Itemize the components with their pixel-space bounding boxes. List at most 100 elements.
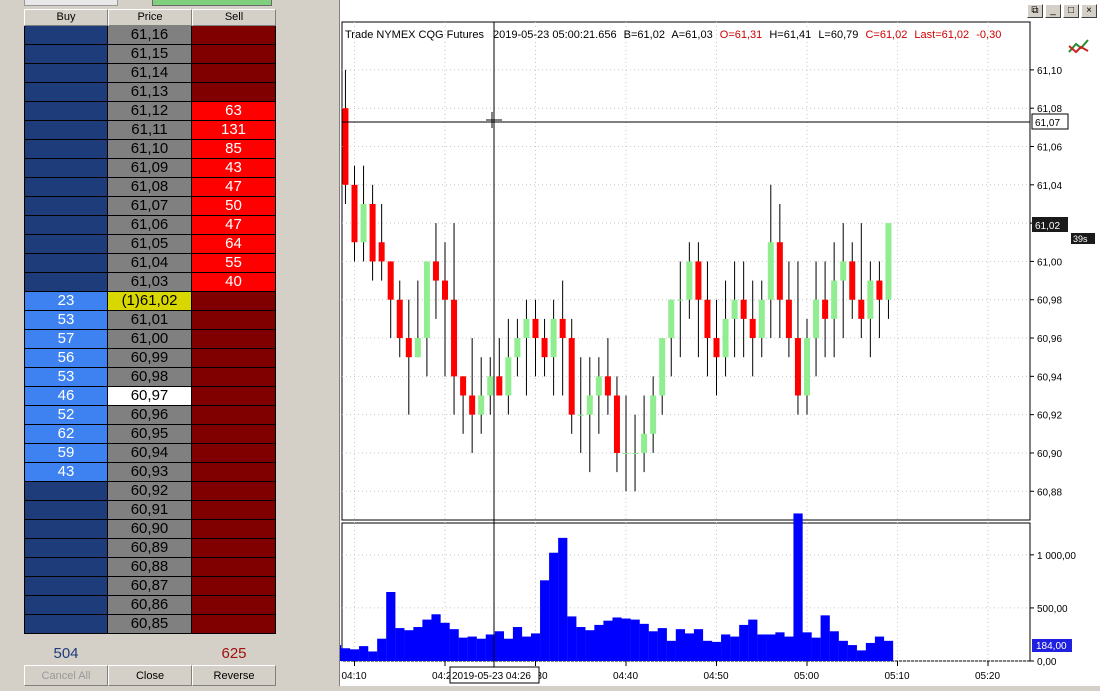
- price-cell: 60,85: [108, 615, 192, 634]
- buy-cell[interactable]: [24, 254, 108, 273]
- price-chart[interactable]: 61,1061,0861,0661,0461,0261,0060,9860,96…: [331, 0, 1100, 686]
- chart-window[interactable]: ⧉ _ □ × 61,1061,0861,0661,0461,0261,0060…: [331, 0, 1100, 686]
- candle-body: [613, 395, 620, 453]
- buy-cell[interactable]: 23: [24, 292, 108, 311]
- buy-cell[interactable]: [24, 615, 108, 634]
- sell-cell[interactable]: 50: [192, 197, 276, 216]
- candle-body: [423, 261, 430, 339]
- sell-cell[interactable]: [192, 577, 276, 596]
- sell-cell[interactable]: [192, 64, 276, 83]
- sell-cell[interactable]: 40: [192, 273, 276, 292]
- buy-cell[interactable]: [24, 64, 108, 83]
- sell-cell[interactable]: 55: [192, 254, 276, 273]
- sell-cell[interactable]: 63: [192, 102, 276, 121]
- candle-body: [604, 376, 611, 396]
- time-tick-label: 04:50: [704, 671, 729, 682]
- sell-cell[interactable]: [192, 45, 276, 64]
- buy-cell[interactable]: 53: [24, 311, 108, 330]
- buy-cell[interactable]: [24, 121, 108, 140]
- sell-cell[interactable]: 47: [192, 216, 276, 235]
- bid-label: B=61,02: [624, 29, 665, 41]
- close-label: C=61,02: [865, 29, 907, 41]
- price-tick-label: 61,10: [1037, 66, 1062, 77]
- buy-cell[interactable]: [24, 501, 108, 520]
- sell-cell[interactable]: [192, 539, 276, 558]
- buy-cell[interactable]: [24, 273, 108, 292]
- buy-cell[interactable]: [24, 178, 108, 197]
- sell-cell[interactable]: [192, 482, 276, 501]
- buy-cell[interactable]: 62: [24, 425, 108, 444]
- buy-cell[interactable]: 59: [24, 444, 108, 463]
- price-tick-label: 60,96: [1037, 334, 1062, 345]
- buy-cell[interactable]: 52: [24, 406, 108, 425]
- buy-cell[interactable]: [24, 235, 108, 254]
- candle-body: [858, 299, 865, 319]
- sell-cell[interactable]: [192, 558, 276, 577]
- sell-cell[interactable]: 64: [192, 235, 276, 254]
- buy-cell[interactable]: 43: [24, 463, 108, 482]
- buy-cell[interactable]: [24, 596, 108, 615]
- buy-cell[interactable]: [24, 577, 108, 596]
- sell-cell[interactable]: [192, 292, 276, 311]
- buy-cell[interactable]: [24, 102, 108, 121]
- buy-cell[interactable]: [24, 83, 108, 102]
- high-label: H=61,41: [769, 29, 811, 41]
- sell-cell[interactable]: [192, 387, 276, 406]
- buy-cell[interactable]: [24, 140, 108, 159]
- sell-cell[interactable]: [192, 349, 276, 368]
- sell-cell[interactable]: [192, 406, 276, 425]
- price-cell: 60,87: [108, 577, 192, 596]
- candle-body: [785, 299, 792, 339]
- restore-icon[interactable]: ⧉: [1027, 4, 1043, 18]
- buy-cell[interactable]: 56: [24, 349, 108, 368]
- buy-cell[interactable]: [24, 197, 108, 216]
- buy-cell[interactable]: [24, 558, 108, 577]
- sell-cell[interactable]: [192, 596, 276, 615]
- sell-cell[interactable]: [192, 425, 276, 444]
- volume-bar: [521, 636, 532, 661]
- candle-body: [505, 357, 512, 396]
- buy-cell[interactable]: 57: [24, 330, 108, 349]
- sell-cell[interactable]: 47: [192, 178, 276, 197]
- sell-cell[interactable]: 85: [192, 140, 276, 159]
- buy-cell[interactable]: 53: [24, 368, 108, 387]
- sell-cell[interactable]: [192, 615, 276, 634]
- sell-cell[interactable]: [192, 520, 276, 539]
- cancel-all-button[interactable]: Cancel All: [24, 665, 108, 686]
- candle-body: [442, 280, 448, 300]
- sell-cell[interactable]: [192, 311, 276, 330]
- sell-cell[interactable]: 131: [192, 121, 276, 140]
- sell-cell[interactable]: [192, 463, 276, 482]
- sell-cell[interactable]: [192, 330, 276, 349]
- price-cell: 61,00: [108, 330, 192, 349]
- chart-trend-icon[interactable]: [1068, 39, 1089, 54]
- buy-cell[interactable]: [24, 45, 108, 64]
- buy-cell[interactable]: [24, 539, 108, 558]
- buy-cell[interactable]: [24, 26, 108, 45]
- sell-cell[interactable]: [192, 83, 276, 102]
- close-position-button[interactable]: Close: [108, 665, 192, 686]
- sell-cell[interactable]: 43: [192, 159, 276, 178]
- minimize-icon[interactable]: _: [1045, 4, 1061, 18]
- sell-cell[interactable]: [192, 501, 276, 520]
- maximize-icon[interactable]: □: [1063, 4, 1079, 18]
- buy-cell[interactable]: [24, 520, 108, 539]
- buy-column-header: Buy: [24, 9, 108, 26]
- volume-bar: [847, 645, 857, 661]
- candle-body: [387, 261, 394, 300]
- ladder-top-left-tab[interactable]: [24, 0, 118, 6]
- volume-bar: [467, 636, 477, 661]
- sell-cell[interactable]: [192, 26, 276, 45]
- ladder-top-right-tab[interactable]: [152, 0, 272, 6]
- buy-cell[interactable]: [24, 482, 108, 501]
- buy-cell[interactable]: 46: [24, 387, 108, 406]
- volume-bar: [666, 640, 676, 661]
- sell-cell[interactable]: [192, 444, 276, 463]
- reverse-position-button[interactable]: Reverse: [192, 665, 276, 686]
- volume-bar: [377, 638, 387, 661]
- close-icon[interactable]: ×: [1081, 4, 1097, 18]
- candle-body: [722, 318, 729, 358]
- buy-cell[interactable]: [24, 216, 108, 235]
- buy-cell[interactable]: [24, 159, 108, 178]
- sell-cell[interactable]: [192, 368, 276, 387]
